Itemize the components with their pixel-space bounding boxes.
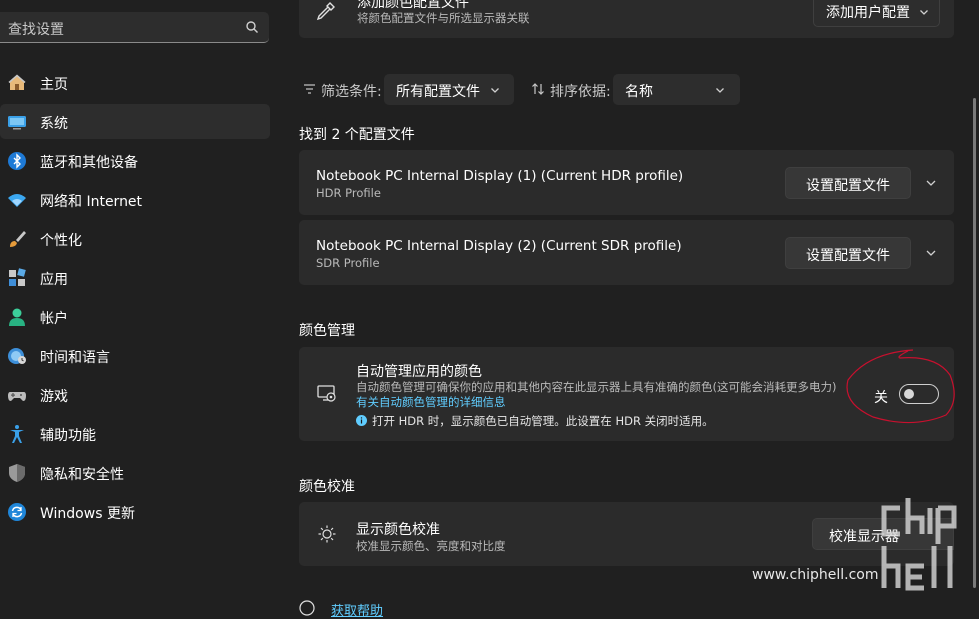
scrollbar[interactable] <box>973 98 976 588</box>
sidebar-item-network[interactable]: 网络和 Internet <box>0 182 270 217</box>
filter-dropdown[interactable]: 所有配置文件 <box>384 74 514 105</box>
sidebar-item-home[interactable]: 主页 <box>0 65 270 100</box>
profile-title: Notebook PC Internal Display (2) (Curren… <box>316 238 682 254</box>
sidebar-item-label: 辅助功能 <box>40 428 96 444</box>
watermark-site: www.chiphell.com <box>752 567 879 583</box>
sidebar-item-system[interactable]: 系统 <box>0 104 270 139</box>
sidebar-item-label: 应用 <box>40 272 68 288</box>
sort-value: 名称 <box>625 84 653 100</box>
bluetooth-icon <box>8 152 26 170</box>
info-icon <box>356 415 367 426</box>
profile-subtitle: SDR Profile <box>316 256 380 270</box>
chevron-down-icon <box>920 10 928 15</box>
filter-label: 筛选条件: <box>321 84 382 100</box>
set-profile-button[interactable]: 设置配置文件 <box>785 237 911 269</box>
sidebar-item-label: 隐私和安全性 <box>40 467 124 483</box>
sort-icon <box>532 83 544 95</box>
search-icon[interactable] <box>245 20 259 34</box>
profile-subtitle: HDR Profile <box>316 186 381 200</box>
color-management-heading: 颜色管理 <box>299 323 355 339</box>
help-icon <box>299 600 315 616</box>
eyedropper-icon <box>316 2 335 21</box>
accessibility-icon <box>10 425 24 443</box>
sidebar-item-windows-update[interactable]: Windows 更新 <box>0 494 270 529</box>
hdr-info-text: 打开 HDR 时，显示颜色已自动管理。此设置在 HDR 关闭时适用。 <box>372 414 714 428</box>
sidebar-item-gaming[interactable]: 游戏 <box>0 377 270 412</box>
sidebar: 查找设置 主页 系统 蓝牙和其他设备 网络和 Internet 个性化 应用 帐… <box>0 0 283 612</box>
search-box[interactable]: 查找设置 <box>0 12 269 43</box>
apps-icon <box>9 268 26 286</box>
sidebar-item-label: 蓝牙和其他设备 <box>40 155 138 171</box>
get-help-link[interactable]: 获取帮助 <box>331 600 383 619</box>
profile-card-hdr[interactable]: Notebook PC Internal Display (1) (Curren… <box>299 150 954 215</box>
add-color-profile-card: 添加颜色配置文件 将颜色配置文件与所选显示器关联 添加用户配置 <box>299 0 954 38</box>
sidebar-item-bluetooth[interactable]: 蓝牙和其他设备 <box>0 143 270 178</box>
sidebar-item-label: 个性化 <box>40 233 82 249</box>
auto-color-title: 自动管理应用的颜色 <box>356 364 482 380</box>
shield-icon <box>9 464 25 482</box>
calibration-title: 显示颜色校准 <box>356 522 440 538</box>
sidebar-item-accessibility[interactable]: 辅助功能 <box>0 416 270 451</box>
profile-title: Notebook PC Internal Display (1) (Curren… <box>316 168 684 184</box>
sidebar-item-label: 游戏 <box>40 389 68 405</box>
auto-color-learn-more-link[interactable]: 有关自动颜色管理的详细信息 <box>356 394 506 410</box>
brush-icon <box>10 231 26 247</box>
chevron-down-icon[interactable] <box>925 247 937 259</box>
account-icon <box>9 308 25 326</box>
chevron-down-icon <box>716 88 724 93</box>
sidebar-item-label: Windows 更新 <box>40 506 135 522</box>
auto-color-management-card: 自动管理应用的颜色 自动颜色管理可确保你的应用和其他内容在此显示器上具有准确的颜… <box>299 347 954 441</box>
brightness-icon <box>318 525 336 543</box>
toggle-state-label: 关 <box>874 390 888 406</box>
sidebar-item-label: 系统 <box>40 116 68 132</box>
chevron-down-icon[interactable] <box>925 177 937 189</box>
chiphell-logo <box>881 498 957 591</box>
profile-card-sdr[interactable]: Notebook PC Internal Display (2) (Curren… <box>299 220 954 285</box>
card-subtitle: 将颜色配置文件与所选显示器关联 <box>357 11 530 25</box>
chevron-down-icon <box>491 88 499 93</box>
filter-icon <box>304 84 315 94</box>
button-label: 设置配置文件 <box>806 178 890 194</box>
profiles-heading: 找到 2 个配置文件 <box>299 127 415 143</box>
home-icon <box>8 74 26 90</box>
auto-color-toggle[interactable] <box>899 384 939 404</box>
update-icon <box>8 503 26 521</box>
button-label: 设置配置文件 <box>806 248 890 264</box>
sort-dropdown[interactable]: 名称 <box>613 74 740 105</box>
system-icon <box>8 116 26 130</box>
search-input[interactable]: 查找设置 <box>8 19 64 39</box>
sidebar-item-label: 帐户 <box>40 311 68 327</box>
sidebar-item-label: 主页 <box>40 77 68 93</box>
globe-clock-icon <box>8 348 26 364</box>
display-calibration-card: 显示颜色校准 校准显示颜色、亮度和对比度 校准显示器 <box>299 502 954 566</box>
filter-value: 所有配置文件 <box>396 84 480 100</box>
main-content: 添加颜色配置文件 将颜色配置文件与所选显示器关联 添加用户配置 筛选条件: 所有… <box>283 0 979 619</box>
sidebar-item-privacy[interactable]: 隐私和安全性 <box>0 455 270 490</box>
sidebar-item-personalization[interactable]: 个性化 <box>0 221 270 256</box>
button-label: 添加用户配置 <box>826 5 910 21</box>
sidebar-item-label: 网络和 Internet <box>40 194 143 210</box>
set-profile-button[interactable]: 设置配置文件 <box>785 167 911 199</box>
calibration-subtitle: 校准显示颜色、亮度和对比度 <box>356 539 506 553</box>
sidebar-item-label: 时间和语言 <box>40 350 110 366</box>
gamepad-icon <box>8 392 26 401</box>
color-calibration-heading: 颜色校准 <box>299 479 355 495</box>
display-color-icon <box>317 385 336 402</box>
add-user-profile-button[interactable]: 添加用户配置 <box>813 0 940 27</box>
auto-color-description: 自动颜色管理可确保你的应用和其他内容在此显示器上具有准确的颜色(这可能会消耗更多… <box>356 380 837 394</box>
toggle-knob <box>904 389 914 399</box>
sidebar-item-accounts[interactable]: 帐户 <box>0 299 270 334</box>
sidebar-item-apps[interactable]: 应用 <box>0 260 270 295</box>
sidebar-item-time-language[interactable]: 时间和语言 <box>0 338 270 373</box>
sort-label: 排序依据: <box>550 84 611 100</box>
wifi-icon <box>8 194 26 207</box>
